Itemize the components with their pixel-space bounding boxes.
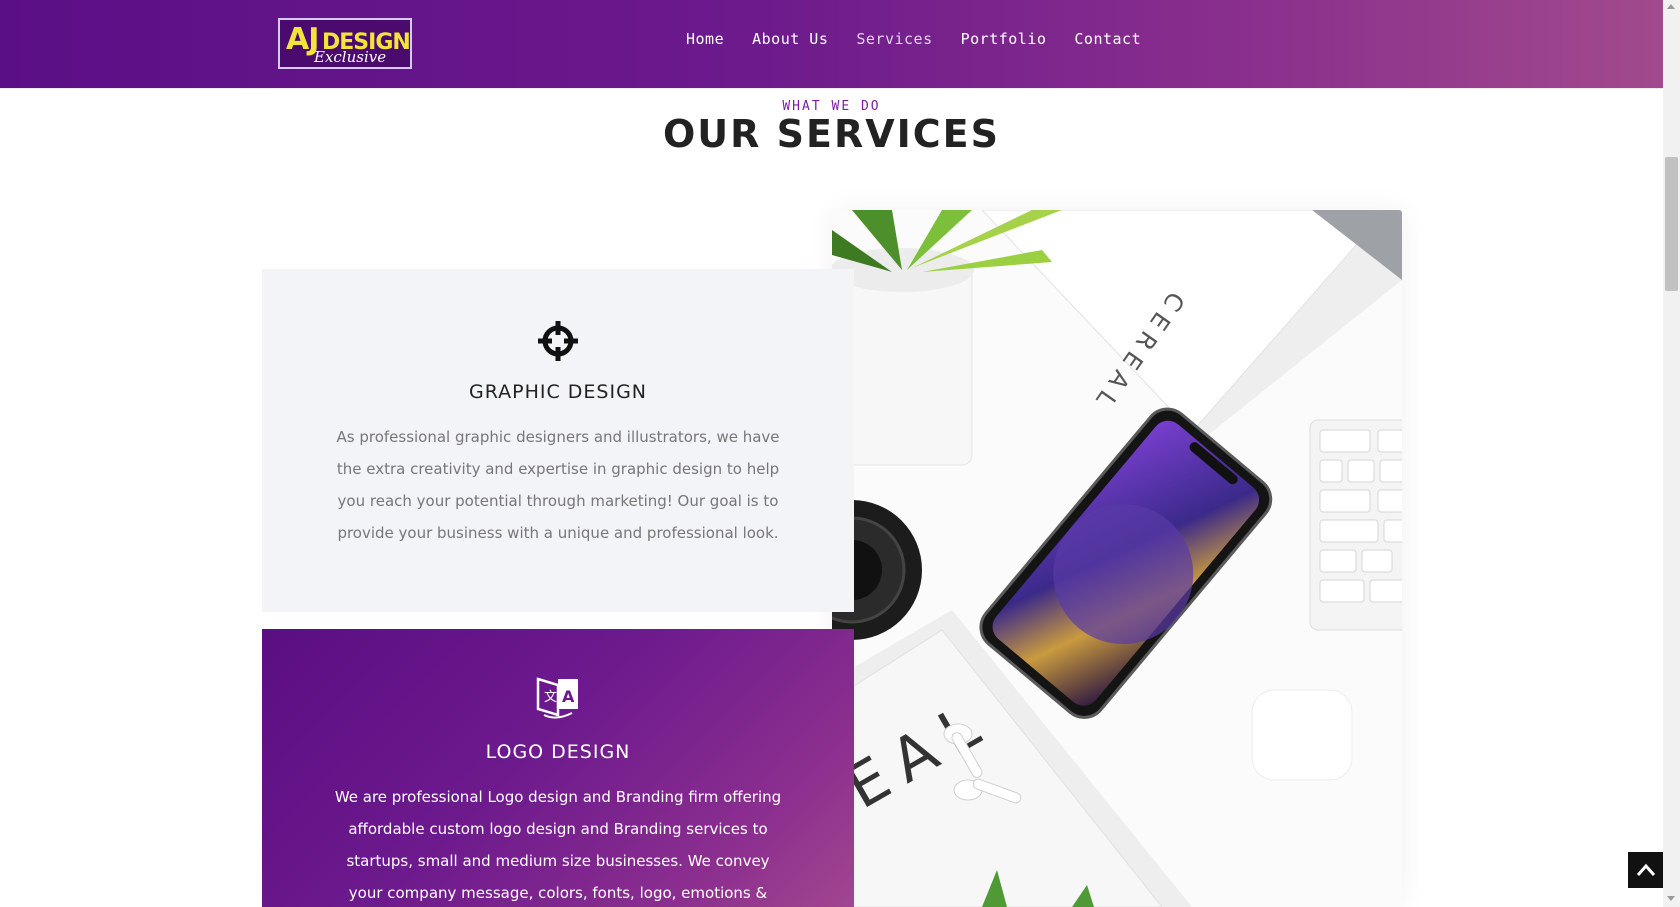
scroll-down-arrow-icon[interactable]	[1667, 896, 1675, 901]
nav-portfolio[interactable]: Portfolio	[961, 30, 1047, 48]
nav-home[interactable]: Home	[686, 30, 724, 48]
nav-services[interactable]: Services	[856, 30, 932, 48]
service-title: LOGO DESIGN	[485, 741, 631, 763]
logo-subtitle: Exclusive	[314, 48, 387, 66]
translate-icon: 文 A	[536, 677, 578, 719]
site-logo[interactable]: AJ DESIGN Exclusive	[278, 18, 412, 69]
page-scrollbar[interactable]	[1663, 0, 1680, 907]
site-header: AJ DESIGN Exclusive Home About Us Servic…	[0, 0, 1663, 88]
crosshair-icon	[538, 321, 578, 361]
scroll-up-arrow-icon[interactable]	[1667, 4, 1675, 9]
services-photo: CEREAL EAL	[832, 210, 1402, 907]
nav-about-us[interactable]: About Us	[752, 30, 828, 48]
chevron-up-icon	[1636, 863, 1656, 876]
service-description: As professional graphic designers and il…	[336, 428, 780, 542]
section-title: OUR SERVICES	[663, 112, 1000, 156]
service-card-graphic-design: GRAPHIC DESIGN As professional graphic d…	[262, 269, 854, 612]
main-nav: Home About Us Services Portfolio Contact	[686, 30, 1141, 48]
service-title: GRAPHIC DESIGN	[468, 381, 648, 403]
service-description: We are professional Logo design and Bran…	[334, 788, 782, 902]
desk-flatlay-image: CEREAL EAL	[832, 210, 1402, 907]
scroll-to-top-button[interactable]	[1628, 852, 1664, 888]
svg-text:文: 文	[544, 690, 557, 705]
scrollbar-thumb[interactable]	[1665, 157, 1678, 291]
nav-contact[interactable]: Contact	[1074, 30, 1141, 48]
service-card-logo-design: 文 A LOGO DESIGN We are professional Logo…	[262, 629, 854, 907]
svg-text:A: A	[562, 687, 575, 706]
